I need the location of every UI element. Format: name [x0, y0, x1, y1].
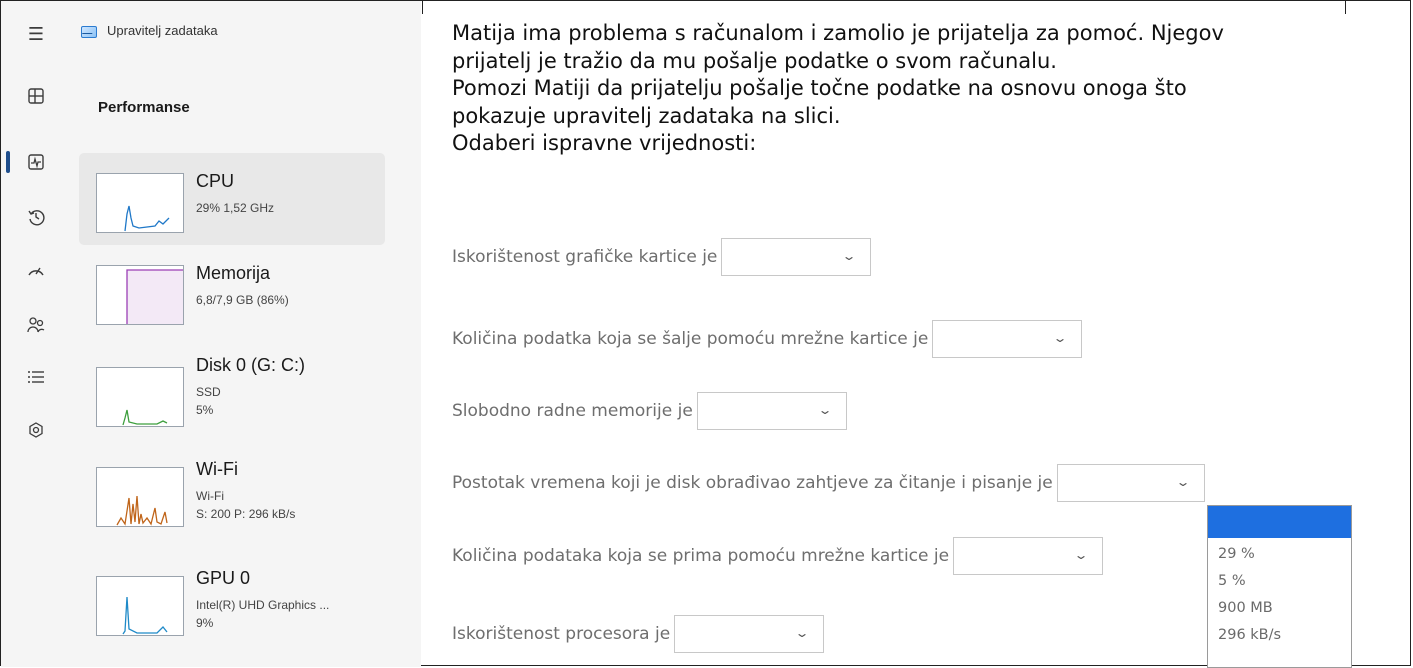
dropdown-option-highlighted[interactable]	[1208, 506, 1351, 538]
app-title-bar: Upravitelj zadataka	[81, 23, 218, 38]
question-text: Količina podatka koja se šalje pomoću mr…	[452, 329, 929, 349]
nav-rail: ☰	[1, 1, 71, 667]
tile-name: Wi-Fi	[196, 459, 238, 479]
app-title: Upravitelj zadataka	[107, 23, 218, 38]
question-intro: Matija ima problema s računalom i zamoli…	[452, 20, 1392, 158]
tile-detail: 6,8/7,9 GB (86%)	[196, 293, 289, 307]
tile-detail: 9%	[196, 616, 214, 630]
intro-line: prijatelj je tražio da mu pošalje podatk…	[452, 48, 1057, 73]
history-icon[interactable]	[23, 204, 49, 230]
intro-line: Odaberi ispravne vrijednosti:	[452, 131, 757, 155]
details-icon[interactable]	[23, 364, 49, 390]
intro-line: pokazuje upravitelj zadataka na slici.	[452, 103, 841, 128]
chevron-down-icon: ⌄	[1073, 548, 1089, 562]
task-manager-screenshot: ☰ Upravitelj zadataka Performanse CPU 29…	[1, 1, 421, 667]
tile-detail: 5%	[196, 403, 214, 417]
active-indicator	[6, 151, 10, 173]
question-gpu-usage: Iskorištenost grafičke kartice je ⌄	[452, 238, 872, 276]
question-text: Količina podataka koja se prima pomoću m…	[452, 546, 950, 566]
chevron-down-icon: ⌄	[841, 249, 857, 263]
memory-graph-thumbnail	[96, 265, 184, 325]
question-text: Slobodno radne memorije je	[452, 401, 693, 421]
question-text: Iskorištenost grafičke kartice je	[452, 247, 718, 267]
dropdown-option[interactable]: 296 kB/s	[1218, 627, 1281, 643]
chevron-down-icon: ⌄	[1175, 475, 1191, 489]
perf-tile-disk[interactable]: Disk 0 (G: C:) SSD 5%	[79, 341, 385, 433]
tile-detail: Wi-Fi	[196, 489, 224, 503]
tile-detail: S: 200 P: 296 kB/s	[196, 507, 296, 521]
perf-tile-memory[interactable]: Memorija 6,8/7,9 GB (86%)	[79, 249, 385, 341]
users-icon[interactable]	[23, 312, 49, 338]
tile-detail: SSD	[196, 385, 221, 399]
question-net-receive: Količina podataka koja se prima pomoću m…	[452, 537, 1104, 575]
tile-name: Memorija	[196, 263, 271, 283]
perf-tile-wifi[interactable]: Wi-Fi Wi-Fi S: 200 P: 296 kB/s	[79, 449, 385, 541]
processes-icon[interactable]	[23, 83, 49, 109]
answer-select[interactable]: ⌄	[721, 238, 872, 276]
question-disk-time: Postotak vremena koji je disk obrađivao …	[452, 464, 1205, 502]
question-cpu-usage: Iskorištenost procesora je ⌄	[452, 615, 825, 653]
dropdown-option[interactable]: 900 MB	[1218, 600, 1273, 616]
intro-line: Pomozi Matiji da prijatelju pošalje točn…	[452, 76, 1187, 100]
tile-name: Disk 0 (G: C:)	[196, 355, 306, 375]
question-text: Iskorištenost procesora je	[452, 624, 671, 644]
hamburger-icon[interactable]: ☰	[23, 21, 49, 47]
chevron-down-icon: ⌄	[794, 626, 810, 640]
top-divider	[1345, 0, 1346, 14]
intro-line: Matija ima problema s računalom i zamoli…	[452, 21, 1224, 45]
question-free-memory: Slobodno radne memorije je ⌄	[452, 392, 847, 430]
cpu-graph-thumbnail	[96, 173, 184, 233]
dropdown-list[interactable]: 29 % 5 % 900 MB 296 kB/s	[1207, 505, 1352, 668]
top-divider	[422, 0, 423, 14]
chevron-down-icon: ⌄	[817, 403, 833, 417]
question-net-send: Količina podatka koja se šalje pomoću mr…	[452, 320, 1083, 358]
tile-name: CPU	[196, 171, 235, 191]
answer-select[interactable]: ⌄	[674, 615, 825, 653]
answer-select[interactable]: ⌄	[932, 320, 1083, 358]
dropdown-option[interactable]: 29 %	[1218, 546, 1255, 562]
chevron-down-icon: ⌄	[1052, 331, 1068, 345]
tile-name: GPU 0	[196, 568, 251, 588]
perf-tile-cpu[interactable]: CPU 29% 1,52 GHz	[79, 153, 385, 245]
dropdown-option[interactable]: 5 %	[1218, 573, 1246, 589]
answer-select[interactable]: ⌄	[696, 392, 847, 430]
gpu-graph-thumbnail	[96, 576, 184, 636]
performance-icon[interactable]	[23, 149, 49, 175]
answer-select[interactable]: ⌄	[1056, 464, 1205, 502]
perf-tile-gpu[interactable]: GPU 0 Intel(R) UHD Graphics ... 9%	[79, 556, 385, 648]
disk-graph-thumbnail	[96, 367, 184, 427]
tile-detail: Intel(R) UHD Graphics ...	[196, 598, 330, 612]
wifi-graph-thumbnail	[96, 467, 184, 527]
task-manager-logo-icon	[81, 24, 97, 38]
startup-icon[interactable]	[23, 257, 49, 283]
tile-detail: 29% 1,52 GHz	[196, 201, 275, 215]
services-icon[interactable]	[23, 417, 49, 443]
answer-select[interactable]: ⌄	[953, 537, 1104, 575]
question-text: Postotak vremena koji je disk obrađivao …	[452, 473, 1053, 493]
section-title: Performanse	[98, 99, 190, 116]
